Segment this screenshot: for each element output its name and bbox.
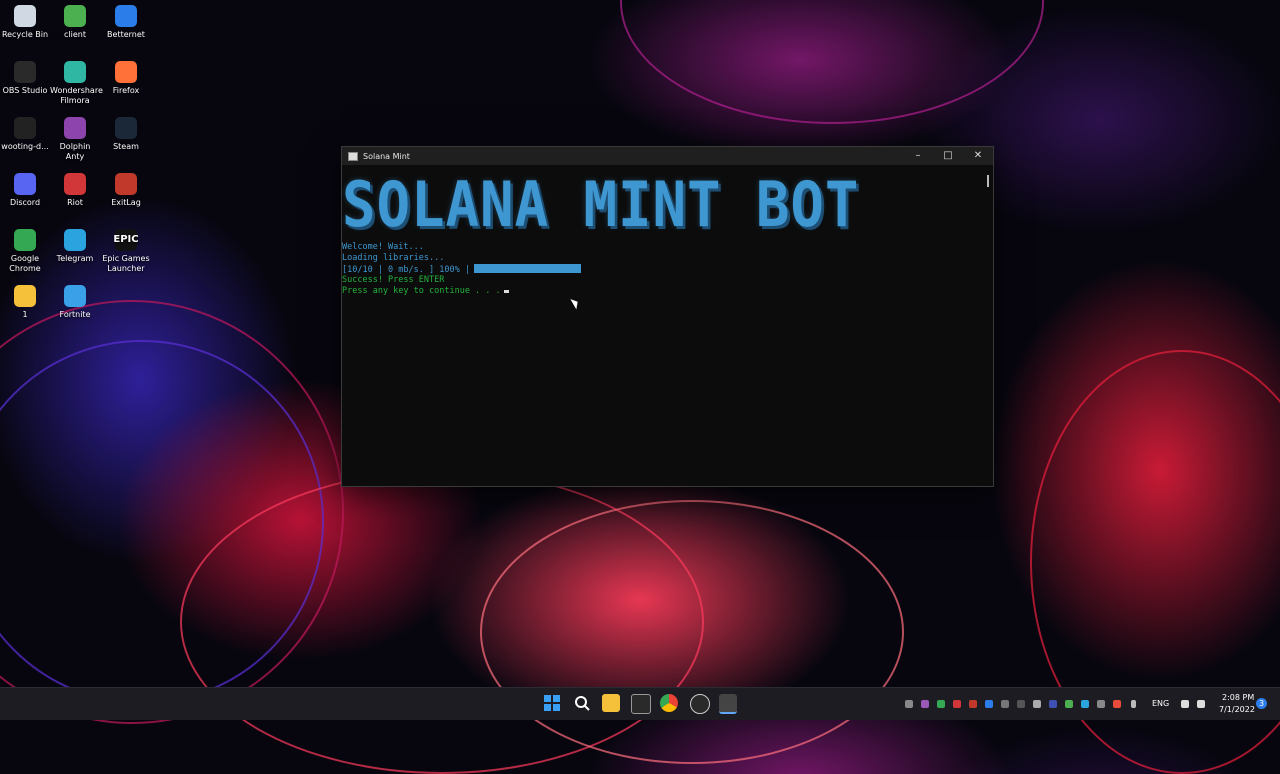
- tray-icon[interactable]: [905, 700, 913, 708]
- steam-icon: [115, 117, 137, 139]
- recycle-bin-icon: [14, 5, 36, 27]
- scrollbar-thumb[interactable]: [987, 175, 989, 187]
- console-window[interactable]: Solana Mint – □ ✕ SOLANA MINT BOT Welcom…: [341, 146, 994, 487]
- chrome-icon[interactable]: [660, 694, 678, 712]
- filmora-icon: [64, 61, 86, 83]
- desktop-icon[interactable]: Riot: [50, 173, 100, 208]
- desktop-icon[interactable]: Steam: [101, 117, 151, 152]
- network-icon[interactable]: [1181, 700, 1189, 708]
- close-button[interactable]: ✕: [963, 147, 993, 165]
- tray-icon[interactable]: [1113, 700, 1121, 708]
- desktop-icon-label: Recycle Bin: [1, 30, 49, 39]
- desktop-icon[interactable]: Betternet: [101, 5, 151, 40]
- search-icon[interactable]: [573, 694, 591, 712]
- desktop-icon-label: Fortnite: [59, 310, 91, 319]
- desktop-icon-label: OBS Studio: [2, 86, 48, 95]
- desktop-icon[interactable]: Firefox: [101, 61, 151, 96]
- firefox-icon: [115, 61, 137, 83]
- maximize-button[interactable]: □: [933, 147, 963, 165]
- language-indicator[interactable]: ENG: [1152, 699, 1169, 708]
- desktop-icon-label: Firefox: [112, 86, 140, 95]
- chrome-icon: [14, 229, 36, 251]
- desktop-icon[interactable]: Discord: [0, 173, 50, 208]
- tray-icon[interactable]: [1065, 700, 1073, 708]
- console-line-progress: [10/10 | 0 mb/s. ] 100% |: [342, 263, 581, 276]
- clock-time[interactable]: 2:08 PM: [1222, 693, 1254, 702]
- window-titlebar[interactable]: Solana Mint – □ ✕: [342, 147, 993, 165]
- desktop-icon[interactable]: ExitLag: [101, 173, 151, 208]
- start-icon[interactable]: [543, 694, 561, 712]
- exitlag-icon: [115, 173, 137, 195]
- desktop-icon[interactable]: Wondershare Filmora: [50, 61, 103, 106]
- tray-icon[interactable]: [1081, 700, 1089, 708]
- console-output: Welcome! Wait... Loading libraries... [1…: [342, 242, 581, 297]
- console-line-loading: Loading libraries...: [342, 252, 445, 263]
- desktop-icon-label: Dolphin Anty: [59, 142, 91, 161]
- clock-date[interactable]: 7/1/2022: [1219, 705, 1255, 714]
- tray-icon[interactable]: [921, 700, 929, 708]
- tray-icon[interactable]: [1017, 700, 1025, 708]
- tray-icon[interactable]: [1049, 700, 1057, 708]
- betternet-icon: [115, 5, 137, 27]
- store-icon[interactable]: [631, 694, 651, 714]
- dolphin-anty-icon: [64, 117, 86, 139]
- desktop-icon[interactable]: client: [50, 5, 100, 40]
- progress-text: [10/10 | 0 mb/s. ] 100% |: [342, 264, 470, 275]
- console-app-icon: [348, 151, 358, 161]
- tray-icon[interactable]: [1033, 700, 1041, 708]
- taskbar: ENG 2:08 PM 7/1/2022 3: [0, 687, 1280, 720]
- desktop-icon-label: Telegram: [56, 254, 94, 263]
- notification-badge[interactable]: 3: [1256, 698, 1267, 709]
- banner-title: SOLANA MINT BOT: [342, 168, 860, 241]
- obs-icon[interactable]: [690, 694, 710, 714]
- text-cursor: [503, 290, 509, 294]
- desktop-icon-label: 1: [22, 310, 28, 319]
- tray-icon[interactable]: [969, 700, 977, 708]
- console-line-welcome: Welcome! Wait...: [342, 242, 424, 252]
- desktop-icon-label: Google Chrome: [9, 254, 41, 273]
- desktop-icon[interactable]: Fortnite: [50, 285, 100, 320]
- desktop-icon-label: wooting-d...: [1, 142, 49, 151]
- obs-icon: [14, 61, 36, 83]
- desktop-icon[interactable]: EPIC Epic Games Launcher: [101, 229, 151, 274]
- desktop-icon-label: Steam: [113, 142, 139, 151]
- telegram-icon: [64, 229, 86, 251]
- continue-text: Press any key to continue . . .: [342, 286, 501, 297]
- desktop-icon[interactable]: OBS Studio: [0, 61, 50, 96]
- desktop-icon[interactable]: 1: [0, 285, 50, 320]
- desktop-icon[interactable]: Google Chrome: [0, 229, 50, 274]
- microphone-icon[interactable]: [1131, 700, 1136, 708]
- desktop-icon-label: Riot: [67, 198, 83, 207]
- riot-icon: [64, 173, 86, 195]
- console-line-continue: Press any key to continue . . .: [342, 286, 581, 297]
- desktop-icon[interactable]: Dolphin Anty: [50, 117, 100, 162]
- discord-icon: [14, 173, 36, 195]
- desktop-icon-label: Epic Games Launcher: [102, 254, 150, 273]
- window-title: Solana Mint: [363, 151, 410, 161]
- wooting-icon: [14, 117, 36, 139]
- tray-icon[interactable]: [1001, 700, 1009, 708]
- desktop-icon-label: Wondershare Filmora: [50, 86, 103, 105]
- desktop-icon-label: Discord: [9, 198, 41, 207]
- volume-icon[interactable]: [1197, 700, 1205, 708]
- tray-icon[interactable]: [1097, 700, 1105, 708]
- desktop-icon[interactable]: wooting-d...: [0, 117, 50, 152]
- epic-games-icon: EPIC: [113, 229, 139, 251]
- tray-icon[interactable]: [937, 700, 945, 708]
- client-icon: [64, 5, 86, 27]
- tray-icon[interactable]: [953, 700, 961, 708]
- tray-icon[interactable]: [985, 700, 993, 708]
- desktop-icon[interactable]: Recycle Bin: [0, 5, 50, 40]
- progress-bar: [473, 263, 581, 273]
- console-line-success: Success! Press ENTER: [342, 275, 445, 286]
- folder-icon: [14, 285, 36, 307]
- terminal-icon[interactable]: [719, 694, 737, 714]
- desktop-icon-label: client: [64, 30, 86, 39]
- file-explorer-icon[interactable]: [602, 694, 620, 712]
- desktop-icon-label: ExitLag: [111, 198, 141, 207]
- fortnite-icon: [64, 285, 86, 307]
- desktop-icon[interactable]: Telegram: [50, 229, 100, 264]
- minimize-button[interactable]: –: [903, 147, 933, 165]
- desktop-icon-label: Betternet: [107, 30, 145, 39]
